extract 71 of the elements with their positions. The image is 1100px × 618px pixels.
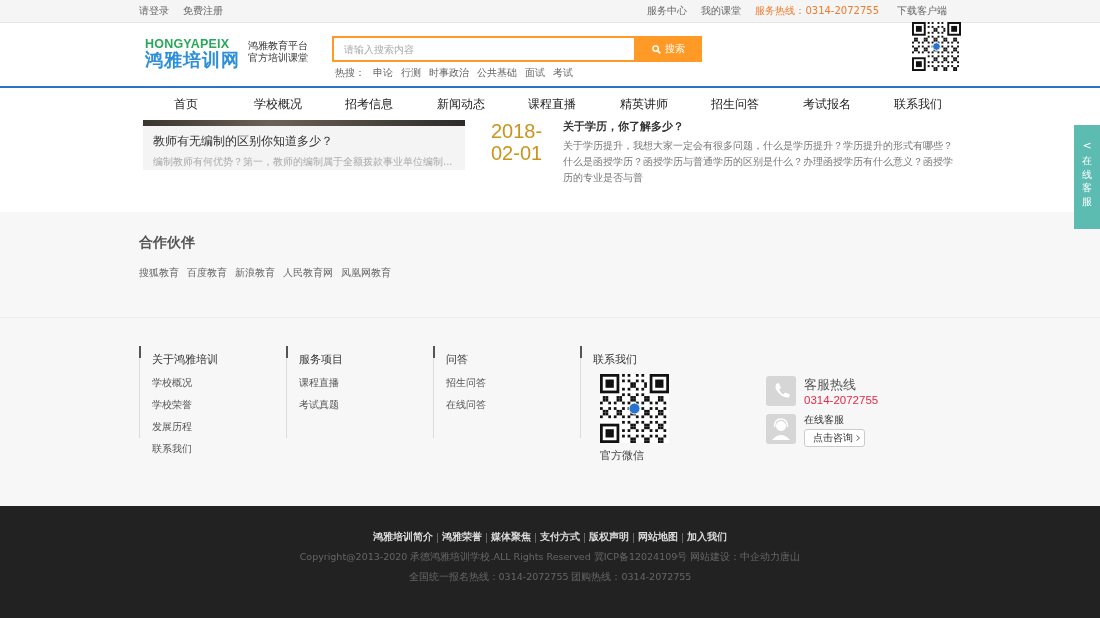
nav-item[interactable]: 新闻动态	[425, 96, 496, 112]
nav-item[interactable]: 联系我们	[883, 96, 953, 112]
partner-link[interactable]: 人民教育网	[283, 266, 333, 280]
partners-title: 合作伙伴	[139, 234, 196, 252]
phone-icon	[766, 376, 796, 406]
online-service-label: 在线客服	[804, 414, 845, 427]
partner-link[interactable]: 凤凰网教育	[341, 266, 391, 280]
hot-term-link[interactable]: 公共基础	[477, 67, 517, 80]
footer-link[interactable]: 学校荣誉	[152, 399, 286, 412]
column-marker	[433, 346, 435, 358]
hotline-label: 客服热线	[804, 376, 857, 394]
bottom-link[interactable]: 媒体聚焦	[491, 531, 531, 544]
date-day: 02-01	[491, 142, 551, 164]
column-title: 关于鸿雅培训	[152, 352, 219, 367]
hot-term-link[interactable]: 时事政治	[429, 67, 469, 80]
hot-label: 热搜：	[335, 67, 365, 80]
slogan-text: 鸿雅教育平台	[248, 40, 308, 52]
top-link[interactable]: 请登录	[139, 4, 169, 18]
partner-link[interactable]: 百度教育	[187, 266, 227, 280]
top-link[interactable]: 下载客户端	[897, 4, 947, 18]
logo-name: 鸿雅培训网	[145, 50, 240, 69]
nav-item[interactable]: 学校概况	[242, 96, 313, 112]
slogan-text: 官方培训课堂	[248, 52, 308, 64]
bottom-link[interactable]: 鸿雅荣誉	[442, 531, 482, 544]
hot-term-link[interactable]: 行测	[401, 67, 421, 80]
column-marker	[580, 346, 582, 358]
footer-link[interactable]: 招生问答	[446, 377, 580, 390]
top-link[interactable]: 我的课堂	[701, 4, 742, 18]
nav-item[interactable]: 招考信息	[334, 96, 404, 112]
column-title: 服务项目	[299, 352, 344, 367]
article-title[interactable]: 关于学历，你了解多少？	[563, 120, 955, 134]
hot-term-link[interactable]: 申论	[373, 67, 393, 80]
qr-caption: 官方微信	[599, 449, 645, 463]
search-icon	[651, 44, 661, 54]
column-marker	[139, 346, 141, 358]
nav-item[interactable]: 首页	[151, 96, 221, 112]
top-link[interactable]: 免费注册	[183, 4, 223, 18]
footer-link[interactable]: 学校概况	[152, 377, 286, 390]
wechat-qr-code	[600, 374, 669, 443]
nav-item[interactable]: 课程直播	[517, 96, 587, 112]
date-year: 2018-	[491, 120, 544, 142]
footer-link[interactable]: 联系我们	[152, 443, 286, 456]
footer-link[interactable]: 发展历程	[152, 421, 286, 434]
hot-term-link[interactable]: 考试	[553, 67, 573, 80]
hotline-number: 0314-2072755	[804, 394, 879, 406]
bottom-link[interactable]: 支付方式	[540, 531, 580, 544]
column-marker	[286, 346, 288, 358]
footer-link[interactable]: 在线问答	[446, 399, 580, 412]
hot-term-link[interactable]: 面试	[525, 67, 545, 80]
top-link[interactable]: 服务中心	[647, 4, 688, 18]
bottom-link[interactable]: 网站地图	[638, 531, 678, 544]
search-field[interactable]: 请输入搜索内容	[332, 36, 634, 62]
bottom-link[interactable]: 鸿雅培训简介	[373, 531, 433, 544]
feature-title: 教师有无编制的区别你知道多少？	[153, 133, 334, 150]
partner-link[interactable]: 搜狐教育	[139, 266, 179, 280]
nav-item[interactable]: 考试报名	[791, 96, 862, 112]
column-title: 问答	[446, 352, 469, 367]
nav-item[interactable]: 招生问答	[700, 96, 770, 112]
logo-latin-text: HONGYAPEIX	[145, 38, 231, 51]
column-title: 联系我们	[593, 352, 638, 367]
bottom-link[interactable]: 版权声明	[589, 531, 629, 544]
footer-link[interactable]: 课程直播	[299, 377, 433, 390]
hotline-text: 服务热线：0314-2072755	[755, 4, 879, 18]
nav-item[interactable]: 精英讲师	[608, 96, 679, 112]
bottom-link[interactable]: 加入我们	[687, 531, 727, 544]
support-agent-icon	[766, 414, 796, 444]
partner-link[interactable]: 新浪教育	[235, 266, 275, 280]
chevron-icon	[856, 435, 860, 441]
article-summary: 关于学历提升，我想大家一定会有很多问题，什么是学历提升？学历提升的形式有哪些？什么是函授学历？函授学历与普通学历的区别是什么？办理函授学历有什么意义？函授学历的专业是否与普	[563, 139, 954, 185]
footer-link[interactable]: 考试真题	[299, 399, 433, 412]
consult-button[interactable]: 点击咨询	[804, 429, 865, 447]
